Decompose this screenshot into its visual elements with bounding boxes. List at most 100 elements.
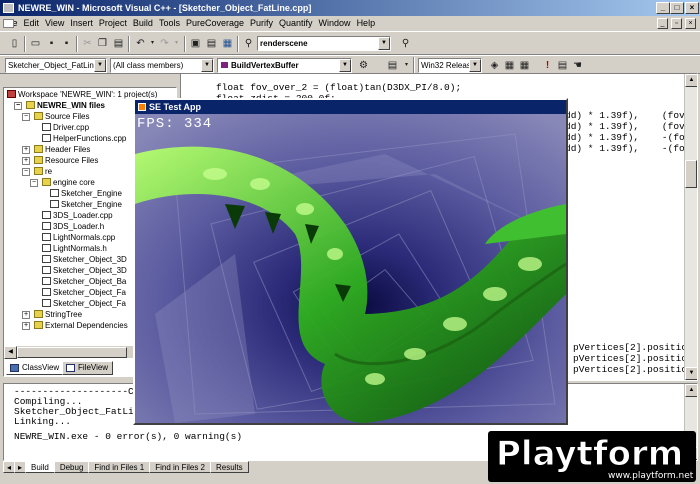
- maximize-button[interactable]: □: [670, 2, 684, 14]
- tree-folder[interactable]: − engine core: [30, 177, 95, 188]
- mdi-minimize-button[interactable]: _: [657, 18, 668, 29]
- code-line: dd) * 1.39f), -(fov_: [565, 132, 697, 143]
- chevron-down-icon[interactable]: ▼: [339, 59, 351, 72]
- mdi-restore-button[interactable]: ▫: [671, 18, 682, 29]
- tree-folder[interactable]: + External Dependencies: [22, 320, 128, 331]
- scroll-thumb[interactable]: [17, 347, 127, 358]
- tree-file[interactable]: Sketcher_Object_3D: [30, 254, 127, 265]
- expand-icon[interactable]: +: [22, 157, 30, 165]
- build-icon[interactable]: ▦: [503, 59, 516, 72]
- menu-view[interactable]: View: [42, 16, 67, 31]
- wizard-bar-icon[interactable]: ▤: [386, 59, 399, 72]
- copy-icon[interactable]: ❐: [96, 37, 109, 50]
- tree-file[interactable]: Sketcher_Engine: [38, 188, 122, 199]
- execute-icon[interactable]: !: [541, 59, 554, 72]
- tree-file[interactable]: LightNormals.h: [30, 243, 107, 254]
- scroll-down-icon[interactable]: ▼: [685, 367, 697, 380]
- chevron-down-icon[interactable]: ▼: [201, 59, 213, 72]
- chevron-down-icon[interactable]: ▾: [400, 59, 413, 72]
- render-viewport[interactable]: FPS: 334: [135, 114, 566, 423]
- menu-edit[interactable]: Edit: [21, 16, 43, 31]
- tree-folder[interactable]: − re: [22, 166, 52, 177]
- chevron-down-icon[interactable]: ▼: [469, 59, 481, 72]
- expand-icon[interactable]: −: [30, 179, 38, 187]
- tab-build[interactable]: Build: [25, 461, 55, 473]
- tree-folder[interactable]: + Header Files: [22, 144, 90, 155]
- close-button[interactable]: ×: [685, 2, 699, 14]
- tab-find-in-files-2[interactable]: Find in Files 2: [149, 461, 211, 473]
- tree-folder[interactable]: + Resource Files: [22, 155, 98, 166]
- scroll-up-icon[interactable]: ▲: [685, 74, 697, 87]
- tab-classview[interactable]: ClassView: [6, 361, 65, 375]
- cut-icon[interactable]: ✂: [81, 37, 94, 50]
- members-combo[interactable]: (All class members) ▼: [110, 58, 214, 73]
- window-list-icon[interactable]: ▦: [221, 37, 234, 50]
- document-icon: [3, 19, 14, 28]
- scroll-up-icon[interactable]: ▲: [685, 384, 697, 397]
- go-icon[interactable]: ▤: [556, 59, 569, 72]
- save-all-icon[interactable]: ▪: [60, 37, 73, 50]
- minimize-button[interactable]: _: [656, 2, 670, 14]
- function-combo[interactable]: BuildVertexBuffer ▼: [217, 58, 352, 73]
- folder-icon: [34, 112, 43, 120]
- save-icon[interactable]: ▪: [45, 37, 58, 50]
- class-combo[interactable]: Sketcher_Object_FatLine ▼: [5, 58, 107, 73]
- tree-file[interactable]: Sketcher_Engine: [38, 199, 122, 210]
- chevron-down-icon[interactable]: ▼: [378, 37, 390, 50]
- redo-dropdown-icon[interactable]: ▾: [170, 37, 183, 50]
- find-combo[interactable]: renderscene ▼: [257, 36, 391, 51]
- test-app-window[interactable]: SE Test App FPS: 334: [133, 98, 568, 425]
- find-icon[interactable]: ⚲: [399, 37, 412, 50]
- expand-icon[interactable]: +: [22, 146, 30, 154]
- tree-file[interactable]: HelperFunctions.cpp: [30, 133, 126, 144]
- expand-icon[interactable]: −: [22, 113, 30, 121]
- tree-file[interactable]: Sketcher_Object_Fa: [30, 287, 126, 298]
- tree-file[interactable]: Sketcher_Object_Fa: [30, 298, 126, 309]
- collapse-icon[interactable]: −: [14, 102, 22, 110]
- menu-build[interactable]: Build: [130, 16, 156, 31]
- menu-tools[interactable]: Tools: [156, 16, 183, 31]
- menu-quantify[interactable]: Quantify: [276, 16, 316, 31]
- output-icon[interactable]: ▤: [205, 37, 218, 50]
- compile-icon[interactable]: ◈: [488, 59, 501, 72]
- tree-item-label: Sketcher_Object_Ba: [53, 277, 127, 286]
- tab-debug[interactable]: Debug: [53, 461, 90, 473]
- tree-file[interactable]: Driver.cpp: [30, 122, 89, 133]
- stop-build-icon[interactable]: ▦: [518, 59, 531, 72]
- test-app-titlebar[interactable]: SE Test App: [135, 100, 566, 114]
- menu-purecoverage[interactable]: PureCoverage: [183, 16, 247, 31]
- mdi-close-button[interactable]: ×: [685, 18, 696, 29]
- expand-icon[interactable]: +: [22, 322, 30, 330]
- file-icon: [42, 288, 51, 296]
- workspace-icon[interactable]: ▣: [189, 37, 202, 50]
- find-in-files-icon[interactable]: ⚲: [242, 37, 255, 50]
- menu-project[interactable]: Project: [96, 16, 130, 31]
- tree-folder[interactable]: − Source Files: [22, 111, 89, 122]
- scroll-left-icon[interactable]: ◀: [4, 346, 17, 359]
- menu-purify[interactable]: Purify: [247, 16, 276, 31]
- chevron-down-icon[interactable]: ▼: [94, 59, 106, 72]
- paste-icon[interactable]: ▤: [112, 37, 125, 50]
- tab-find-in-files-1[interactable]: Find in Files 1: [88, 461, 151, 473]
- tree-file[interactable]: Sketcher_Object_Ba: [30, 276, 126, 287]
- tree-file[interactable]: 3DS_Loader.h: [30, 221, 104, 232]
- tree-file[interactable]: 3DS_Loader.cpp: [30, 210, 113, 221]
- open-folder-icon[interactable]: ▭: [29, 37, 42, 50]
- menu-insert[interactable]: Insert: [67, 16, 96, 31]
- expand-icon[interactable]: +: [22, 311, 30, 319]
- tree-folder[interactable]: + StringTree: [22, 309, 82, 320]
- tab-results[interactable]: Results: [210, 461, 249, 473]
- new-file-icon[interactable]: ▯: [8, 37, 21, 50]
- tree-file[interactable]: LightNormals.cpp: [30, 232, 115, 243]
- project-node[interactable]: − NEWRE_WIN files: [14, 100, 105, 111]
- breakpoint-hand-icon[interactable]: ☚: [571, 59, 584, 72]
- editor-vscrollbar[interactable]: ▲ ▼: [684, 74, 697, 380]
- config-combo[interactable]: Win32 Release ▼: [418, 58, 482, 73]
- menu-window[interactable]: Window: [316, 16, 354, 31]
- menu-help[interactable]: Help: [354, 16, 379, 31]
- expand-icon[interactable]: −: [22, 168, 30, 176]
- tree-file[interactable]: Sketcher_Object_3D: [30, 265, 127, 276]
- tab-fileview[interactable]: FileView: [62, 361, 114, 375]
- scroll-thumb[interactable]: [685, 160, 697, 188]
- wizard-action-icon[interactable]: ⚙: [357, 59, 370, 72]
